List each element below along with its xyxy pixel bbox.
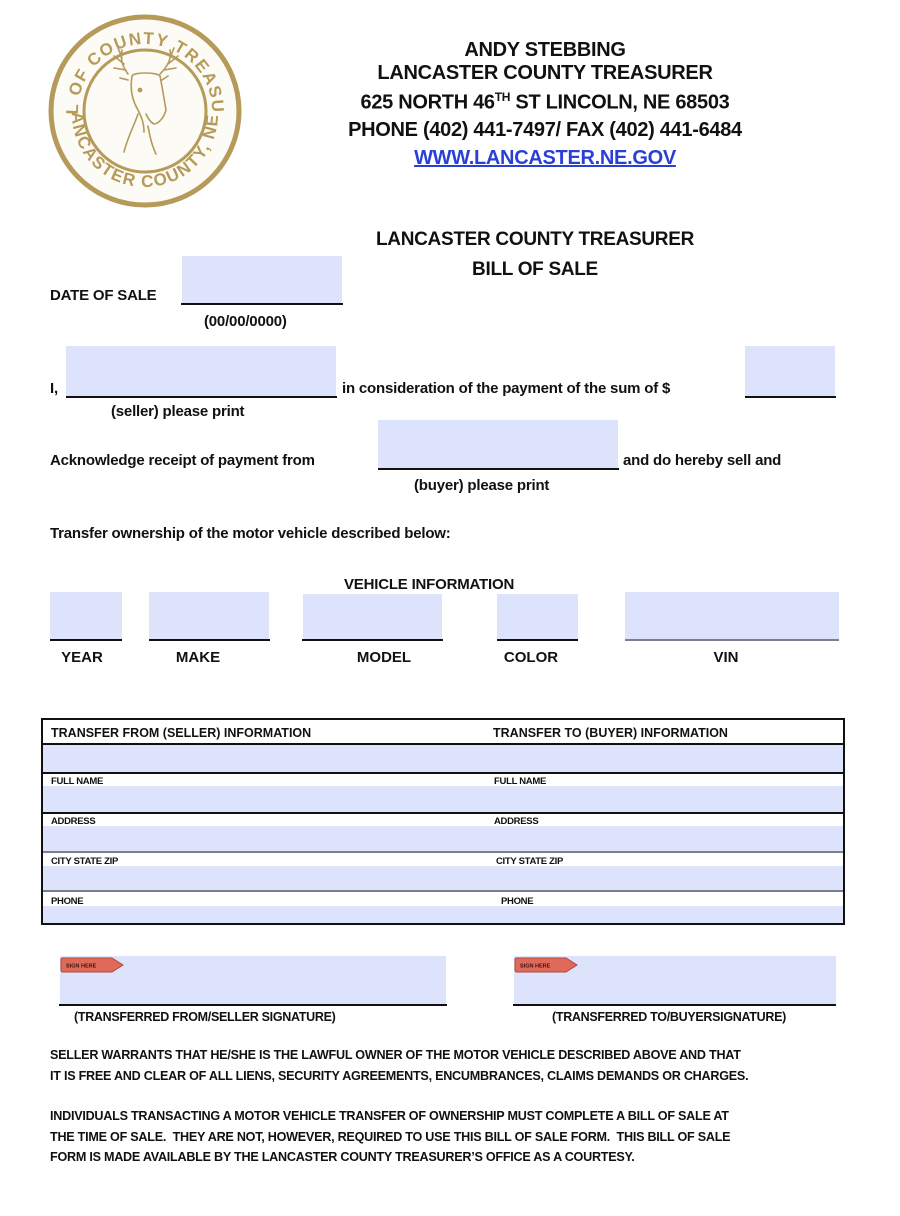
color-underline xyxy=(497,639,578,641)
sign-here-tag[interactable]: SIGN HERE xyxy=(60,957,124,973)
year-underline xyxy=(50,639,122,641)
date-of-sale-label: DATE OF SALE xyxy=(50,287,157,304)
table-blank-row-input[interactable] xyxy=(43,745,843,772)
seller-underline xyxy=(66,396,337,398)
warranty-line: SELLER WARRANTS THAT HE/SHE IS THE LAWFU… xyxy=(50,1048,741,1062)
website-link[interactable]: WWW.LANCASTER.NE.GOV xyxy=(414,147,676,169)
warranty-paragraph: SELLER WARRANTS THAT HE/SHE IS THE LAWFU… xyxy=(50,1045,850,1086)
vehicle-model-label: MODEL xyxy=(356,649,412,666)
sell-text: and do hereby sell and xyxy=(623,452,782,469)
buyer-underline xyxy=(378,468,619,470)
vehicle-vin-label: VIN xyxy=(713,649,739,666)
buyer-address-input[interactable] xyxy=(443,826,843,851)
acknowledge-text: Acknowledge receipt of payment from xyxy=(50,452,315,469)
address-city: ST LINCOLN, NE 68503 xyxy=(510,91,730,114)
seller-prefix: I, xyxy=(50,380,58,397)
notice-line: INDIVIDUALS TRANSACTING A MOTOR VEHICLE … xyxy=(50,1109,729,1123)
office-address: 625 NORTH 46TH ST LINCOLN, NE 68503 xyxy=(340,90,750,115)
seller-full-name-input[interactable] xyxy=(43,786,443,812)
vehicle-color-input[interactable] xyxy=(497,594,578,640)
date-underline xyxy=(181,303,343,305)
seller-city-state-zip-input[interactable] xyxy=(43,866,443,890)
table-divider xyxy=(43,890,843,892)
seller-name-input[interactable] xyxy=(66,346,336,396)
sale-amount-input[interactable] xyxy=(745,346,835,396)
sign-here-flag-icon: SIGN HERE xyxy=(60,957,124,973)
notice-line: FORM IS MADE AVAILABLE BY THE LANCASTER … xyxy=(50,1150,635,1164)
vehicle-info-heading: VEHICLE INFORMATION xyxy=(344,576,515,593)
table-divider xyxy=(43,851,843,853)
seller-info-heading: TRANSFER FROM (SELLER) INFORMATION xyxy=(51,726,312,740)
form-title: BILL OF SALE xyxy=(472,259,598,280)
vehicle-color-label: COLOR xyxy=(503,649,559,666)
table-divider xyxy=(43,812,843,814)
seller-signature-line xyxy=(59,1004,447,1006)
sign-here-text: SIGN HERE xyxy=(520,964,551,970)
vehicle-model-input[interactable] xyxy=(303,594,442,640)
notice-paragraph: INDIVIDUALS TRANSACTING A MOTOR VEHICLE … xyxy=(50,1106,850,1168)
warranty-line: IT IS FREE AND CLEAR OF ALL LIENS, SECUR… xyxy=(50,1068,749,1083)
sign-here-tag[interactable]: SIGN HERE xyxy=(514,957,578,973)
treasurer-name: ANDY STEBBING xyxy=(464,39,626,61)
date-format-hint: (00/00/0000) xyxy=(204,313,287,330)
address-street: 625 NORTH 46 xyxy=(360,91,496,114)
vehicle-make-label: MAKE xyxy=(175,649,221,666)
transfer-info-table: TRANSFER FROM (SELLER) INFORMATION TRANS… xyxy=(41,718,845,925)
amount-underline xyxy=(745,396,836,398)
notice-line: THE TIME OF SALE. THEY ARE NOT, HOWEVER,… xyxy=(50,1129,731,1144)
office-name: LANCASTER COUNTY TREASURER xyxy=(377,62,713,84)
buyer-full-name-input[interactable] xyxy=(443,786,843,812)
office-phone-fax: PHONE (402) 441-7497/ FAX (402) 441-6484 xyxy=(348,119,742,141)
county-seal-logo: SEAL OF COUNTY TREASURER LANCASTER COUNT… xyxy=(41,0,242,208)
table-divider xyxy=(43,772,843,774)
buyer-city-state-zip-input[interactable] xyxy=(443,866,843,890)
make-underline xyxy=(149,639,270,641)
vehicle-vin-input[interactable] xyxy=(625,592,839,640)
seller-address-input[interactable] xyxy=(43,826,443,851)
vehicle-make-input[interactable] xyxy=(149,592,269,640)
address-ordinal: TH xyxy=(494,90,511,104)
seller-phone-input[interactable] xyxy=(43,906,443,923)
transfer-statement: Transfer ownership of the motor vehicle … xyxy=(50,525,451,542)
date-of-sale-input[interactable] xyxy=(182,256,342,303)
buyer-hint: (buyer) please print xyxy=(414,477,550,494)
vin-underline xyxy=(625,639,839,641)
model-underline xyxy=(302,639,443,641)
consideration-text: in consideration of the payment of the s… xyxy=(342,380,671,397)
vehicle-year-label: YEAR xyxy=(61,649,103,666)
sign-here-flag-icon: SIGN HERE xyxy=(514,957,578,973)
buyer-name-input[interactable] xyxy=(378,420,618,469)
buyer-info-heading: TRANSFER TO (BUYER) INFORMATION xyxy=(493,726,728,740)
form-title-office: LANCASTER COUNTY TREASURER xyxy=(375,229,695,250)
vehicle-year-input[interactable] xyxy=(50,592,122,640)
sign-here-text: SIGN HERE xyxy=(66,964,97,970)
seller-signature-caption: (TRANSFERRED FROM/SELLER SIGNATURE) xyxy=(74,1010,336,1024)
buyer-phone-input[interactable] xyxy=(443,906,843,923)
buyer-signature-line xyxy=(513,1004,836,1006)
seller-hint: (seller) please print xyxy=(111,403,245,420)
seal-icon: SEAL OF COUNTY TREASURER LANCASTER COUNT… xyxy=(41,0,242,208)
buyer-signature-caption: (TRANSFERRED TO/BUYERSIGNATURE) xyxy=(552,1010,786,1024)
